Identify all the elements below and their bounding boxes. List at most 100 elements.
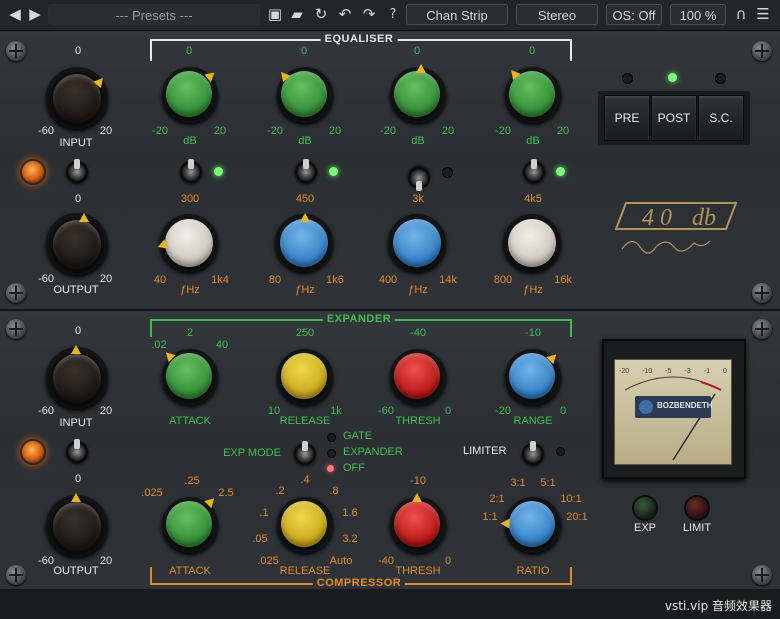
exp-release-tick: 10 [267,405,281,417]
cmp-ratio-tick: 5:1 [540,477,556,489]
gain-unit: dB [411,135,425,147]
gain-tick-min: -20 [495,125,511,137]
cmp-attack-tick: 2.5 [218,487,234,499]
band1-toggle[interactable] [180,159,202,183]
band2-freq-knob[interactable] [280,219,328,267]
band3-toggle[interactable] [408,167,430,189]
exp-thresh-label: THRESH [395,415,441,427]
gain-tick-min: -20 [380,125,396,137]
dyn-power-lamp[interactable] [20,439,46,465]
exp-mode-off[interactable]: OFF [343,462,365,474]
band3-gain-knob[interactable] [394,71,440,117]
dyn-input-knob[interactable] [51,352,103,404]
exp-mode-switch[interactable] [294,441,316,465]
power-lamp[interactable] [20,159,46,185]
dyn-output-tick-top: 0 [74,473,82,485]
dyn-output-knob[interactable] [51,500,103,552]
headphones-icon[interactable]: ∩ [732,4,750,25]
cmp-thresh-tick: 0 [444,555,452,567]
exp-range-tick: -10 [525,327,541,339]
post-button[interactable]: POST [651,95,697,141]
limiter-switch[interactable] [522,441,544,465]
oversampling-button[interactable]: OS: Off [606,4,662,25]
gain-unit: dB [298,135,312,147]
band3-freq-knob[interactable] [393,219,441,267]
knob-pointer [500,518,510,529]
limit-light-label: LIMIT [682,522,712,534]
band1-gain-knob[interactable] [166,71,212,117]
gain-tick-max: 20 [213,125,227,137]
cmp-attack-knob[interactable] [166,501,212,547]
folder-icon[interactable]: ▰ [288,4,306,25]
freq-tick-min: 40 [153,274,167,286]
redo-icon[interactable]: ↷ [360,4,378,25]
exp-release-tick: 250 [295,327,315,339]
preset-selector[interactable]: --- Presets --- [48,4,260,25]
input-label: INPUT [59,137,93,149]
input-tick-max: 20 [99,125,113,137]
exp-light [632,495,658,521]
band4-freq-knob[interactable] [508,219,556,267]
knob-pointer [412,493,422,502]
screw [752,565,772,585]
limit-light [684,495,710,521]
exp-release-knob[interactable] [281,353,327,399]
cmp-ratio-knob[interactable] [509,501,555,547]
cmp-attack-label: ATTACK [169,565,211,577]
eq-bypass-toggle[interactable] [66,159,88,183]
cmp-release-tick: 1.6 [342,507,358,519]
cmp-release-knob[interactable] [281,501,327,547]
cmp-thresh-knob[interactable] [394,501,440,547]
exp-mode-gate[interactable]: GATE [343,430,372,442]
expander-led [327,449,336,458]
exp-attack-label: ATTACK [169,415,211,427]
band1-freq-knob[interactable] [165,219,213,267]
cmp-attack-tick: .25 [184,475,200,487]
exp-attack-knob[interactable] [166,353,212,399]
watermark: vsti.vip 音频效果器 [664,599,772,613]
band3-led [442,167,453,178]
dyn-input-tick-top: 0 [74,325,82,337]
freq-unit: ƒHz [295,284,315,296]
gate-led [327,433,336,442]
dyn-bypass-toggle[interactable] [66,439,88,463]
post-led [668,73,677,82]
knob-pointer [300,213,310,222]
band4-gain-knob[interactable] [509,71,555,117]
reset-icon[interactable]: ↻ [312,4,330,25]
cmp-ratio-tick: 10:1 [560,493,582,505]
stereo-button[interactable]: Stereo [516,4,598,25]
output-gain-knob[interactable] [51,218,103,270]
zoom-button[interactable]: 100 % [670,4,726,25]
freq-tick-min: 800 [493,274,513,286]
gain-tick-max: 20 [556,125,570,137]
save-icon[interactable]: ▣ [266,4,284,25]
band2-toggle[interactable] [295,159,317,183]
cmp-release-tick: .2 [275,485,285,497]
cmp-ratio-tick: 1:1 [482,511,498,523]
input-tick-top: 0 [74,45,82,57]
chan-strip-button[interactable]: Chan Strip [406,4,508,25]
toolbar: ◀ ▶ --- Presets --- ▣ ▰ ↻ ↶ ↷ ? Chan Str… [0,0,780,31]
vu-meter-frame: -20 -10 -5 -3 -1 0 BOZBENDETH [602,339,746,479]
cmp-release-tick: .025 [257,555,279,567]
pre-button[interactable]: PRE [604,95,650,141]
vu-meter-face: -20 -10 -5 -3 -1 0 BOZBENDETH [614,359,732,465]
help-button[interactable]: ? [384,4,402,25]
screw [6,283,26,303]
exp-thresh-knob[interactable] [394,353,440,399]
next-preset-icon[interactable]: ▶ [26,4,44,25]
undo-icon[interactable]: ↶ [336,4,354,25]
prev-preset-icon[interactable]: ◀ [6,4,24,25]
band4-toggle[interactable] [523,159,545,183]
menu-icon[interactable]: ☰ [754,4,772,25]
expander-title: EXPANDER [322,313,396,325]
exp-release-tick: 1k [330,405,342,417]
exp-attack-tick: 2 [186,327,194,339]
sc-button[interactable]: S.C. [698,95,744,141]
compressor-title: COMPRESSOR [312,577,406,589]
dyn-input-label: INPUT [59,417,93,429]
dyn-output-tick-min: -60 [38,555,54,567]
exp-mode-expander[interactable]: EXPANDER [343,446,403,458]
exp-attack-tick: .02 [151,339,167,351]
